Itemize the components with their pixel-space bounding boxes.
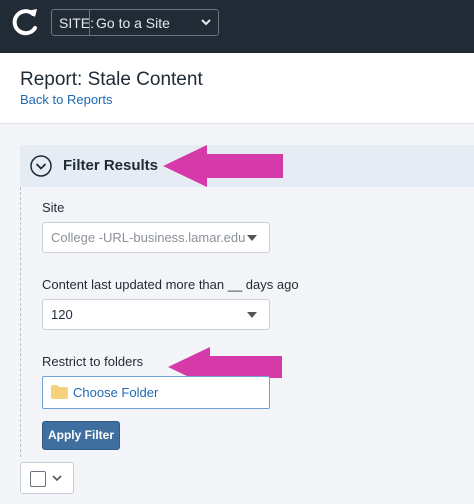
- app-logo-icon[interactable]: [8, 6, 42, 40]
- choose-folder-label: Choose Folder: [73, 385, 159, 400]
- top-navigation-bar: SITE: Go to a Site: [0, 0, 474, 53]
- site-selector[interactable]: SITE: Go to a Site: [51, 9, 219, 36]
- days-field-label: Content last updated more than __ days a…: [42, 277, 299, 292]
- bulk-select-dropdown[interactable]: [20, 462, 74, 494]
- site-selector-value: Go to a Site: [96, 15, 170, 31]
- site-field-label: Site: [42, 200, 65, 215]
- collapse-toggle-icon[interactable]: [30, 155, 52, 177]
- page-title: Report: Stale Content: [20, 69, 203, 90]
- chevron-down-icon: [52, 475, 62, 482]
- site-filter-select[interactable]: College -URL-business.lamar.edu: [42, 222, 270, 253]
- page-header: Report: Stale Content Back to Reports: [0, 53, 474, 124]
- folders-field-label: Restrict to folders: [42, 354, 144, 369]
- days-filter-value: 120: [51, 307, 73, 322]
- folder-icon: [51, 385, 68, 399]
- filter-results-title: Filter Results: [63, 157, 159, 174]
- chevron-down-icon: [201, 19, 211, 26]
- caret-down-icon: [247, 235, 257, 241]
- site-selector-divider: [89, 10, 90, 35]
- days-filter-select[interactable]: 120: [42, 299, 270, 330]
- choose-folder-button[interactable]: Choose Folder: [42, 376, 270, 409]
- caret-down-icon: [247, 312, 257, 318]
- apply-filter-button[interactable]: Apply Filter: [42, 421, 120, 450]
- site-filter-value: College -URL-business.lamar.edu: [51, 230, 246, 245]
- back-to-reports-link[interactable]: Back to Reports: [20, 92, 113, 107]
- annotation-arrow-filter-icon: [163, 145, 283, 187]
- select-all-checkbox[interactable]: [30, 471, 46, 487]
